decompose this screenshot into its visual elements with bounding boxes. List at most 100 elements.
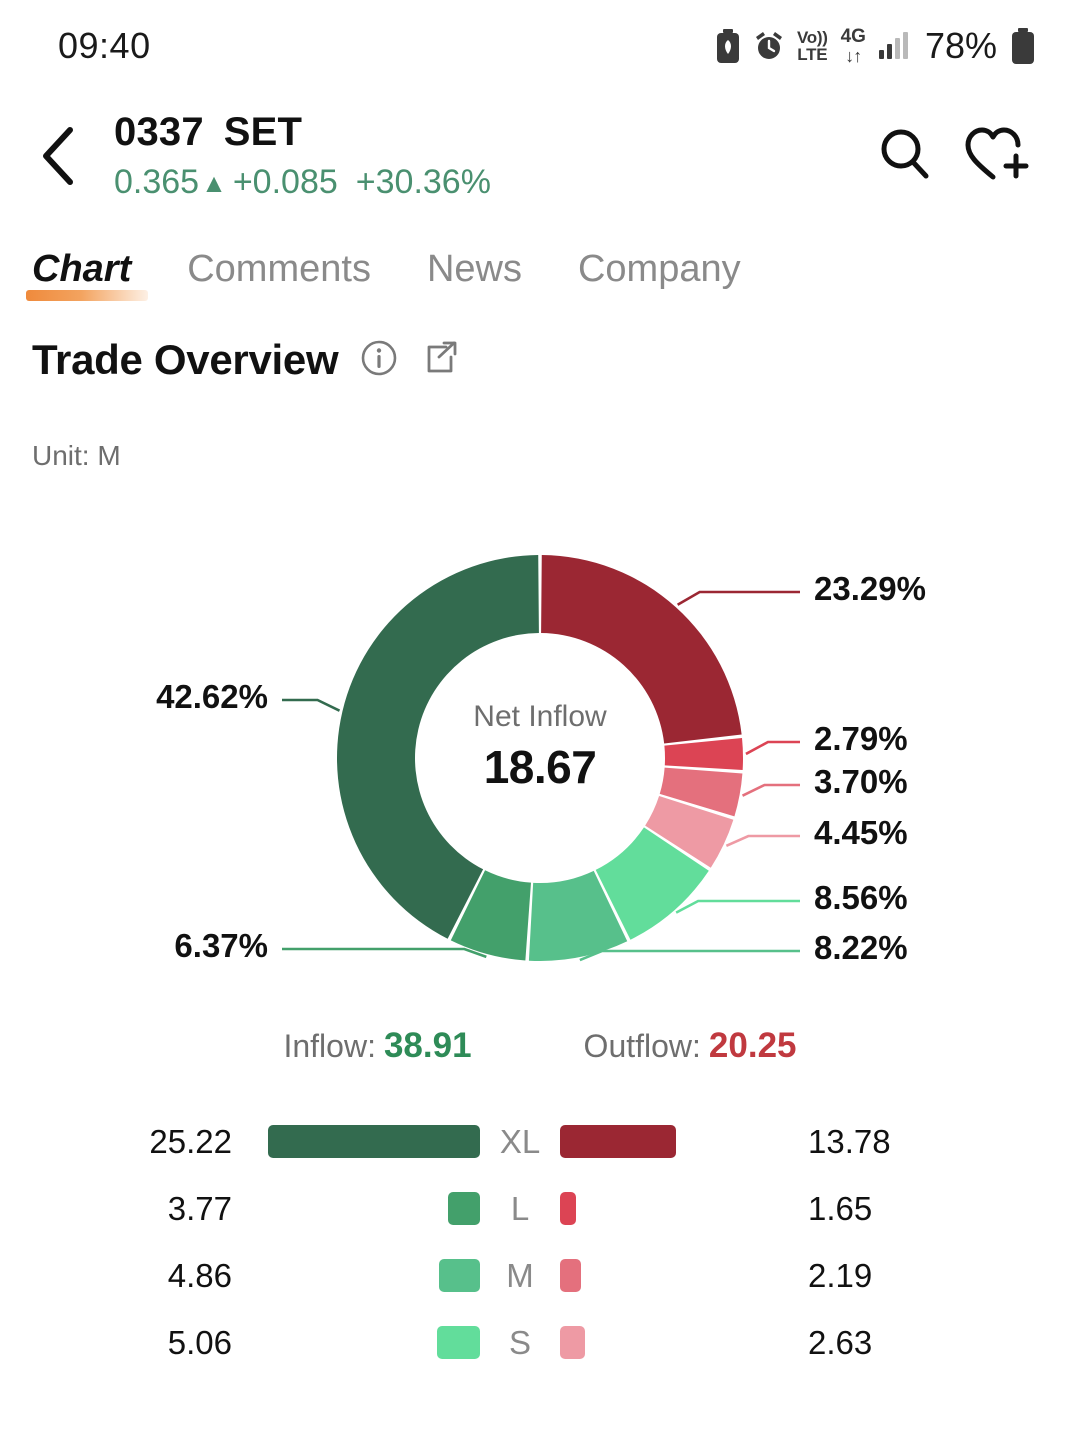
share-icon	[427, 341, 457, 372]
legend-outflow-value: 13.78	[808, 1122, 891, 1160]
legend-outflow-bar-wrap	[560, 1125, 790, 1158]
status-bar: 09:40 Vo)) LTE 4G ↓↑ 78%	[0, 0, 1080, 92]
tab-active-indicator	[26, 290, 148, 301]
legend-outflow-bar-wrap	[560, 1326, 790, 1359]
legend-category: L	[510, 1189, 530, 1227]
price-value: 0.365	[114, 163, 200, 201]
donut-slices	[336, 555, 743, 961]
price-up-arrow-icon: ▲	[201, 167, 227, 198]
unit-label: Unit: M	[32, 440, 121, 471]
legend-inflow-bar	[439, 1259, 480, 1292]
tab-chart[interactable]: Chart	[26, 248, 148, 305]
add-watchlist-button[interactable]	[964, 125, 1030, 188]
leader-line	[675, 899, 800, 914]
donut-slice[interactable]	[541, 555, 742, 744]
legend-outflow-value: 2.19	[808, 1256, 873, 1294]
donut-percent-label: 4.45%	[814, 814, 908, 851]
legend-inflow-value: 3.77	[167, 1189, 232, 1227]
legend-inflow-bar-wrap	[250, 1326, 480, 1359]
outflow-value: 20.25	[708, 1026, 797, 1065]
legend-category: M	[506, 1256, 534, 1294]
battery-icon	[1010, 28, 1036, 64]
legend-outflow-bar	[560, 1259, 581, 1292]
ticker-row: 0337 SET	[114, 110, 876, 155]
legend-inflow-bar-wrap	[250, 1192, 480, 1225]
page-title: Trade Overview	[32, 336, 339, 383]
tab-bar: Chart Comments News Company	[0, 248, 1080, 326]
info-button[interactable]	[360, 339, 398, 382]
app-header: 0337 SET 0.365 ▲ +0.085 +30.36%	[0, 96, 1080, 216]
ticker-code: 0337	[114, 110, 204, 154]
tab-chart-label: Chart	[32, 248, 132, 290]
title-block: 0337 SET 0.365 ▲ +0.085 +30.36%	[114, 110, 876, 202]
legend-inflow-value: 5.06	[167, 1323, 232, 1361]
legend-inflow-bar-wrap	[250, 1259, 480, 1292]
legend-inflow-value: 4.86	[167, 1256, 232, 1294]
donut-percent-label: 2.79%	[814, 720, 908, 757]
chevron-left-icon	[43, 127, 73, 185]
leader-line	[282, 698, 341, 712]
tab-comments[interactable]: Comments	[187, 248, 371, 305]
legend-outflow-bar	[560, 1326, 585, 1359]
legend-outflow-bar-wrap	[560, 1192, 790, 1225]
header-actions	[876, 125, 1030, 188]
donut-percent-label: 23.29%	[814, 570, 926, 607]
legend-outflow-value: 1.65	[808, 1189, 873, 1227]
battery-saver-icon	[715, 29, 741, 63]
share-button[interactable]	[420, 338, 460, 383]
tab-company-label: Company	[577, 248, 741, 290]
leader-line	[282, 947, 487, 959]
tab-company[interactable]: Company	[578, 248, 741, 305]
donut-slice[interactable]	[664, 737, 743, 770]
inflow-label: Inflow:	[283, 1028, 376, 1064]
donut-percent-label: 3.70%	[814, 763, 908, 800]
legend-inflow-bar	[437, 1326, 480, 1359]
heart-plus-icon	[965, 127, 1029, 179]
leader-line	[741, 783, 800, 797]
donut-percent-label: 8.22%	[814, 929, 908, 966]
legend-row: 4.86 M 2.19	[0, 1242, 1080, 1309]
legend-outflow-bar-wrap	[560, 1259, 790, 1292]
tab-news[interactable]: News	[427, 248, 522, 305]
legend-row: 25.22 XL 13.78	[0, 1108, 1080, 1175]
legend-outflow-bar	[560, 1192, 576, 1225]
leader-line	[676, 590, 800, 606]
status-icons: Vo)) LTE 4G ↓↑ 78%	[715, 25, 1036, 67]
tab-news-label: News	[426, 248, 522, 290]
signal-bars-icon	[878, 32, 908, 59]
legend-row: 5.06 S 2.63	[0, 1309, 1080, 1376]
outflow-label: Outflow:	[583, 1028, 701, 1064]
donut-percent-label: 6.37%	[174, 927, 268, 964]
4g-data-icon: 4G ↓↑	[840, 26, 866, 66]
legend-inflow-bar-wrap	[250, 1125, 480, 1158]
legend-inflow-value: 25.22	[149, 1122, 232, 1160]
info-circle-icon	[362, 340, 397, 375]
volte-icon: Vo)) LTE	[796, 28, 828, 64]
legend-inflow-bar	[268, 1125, 480, 1158]
legend-inflow-bar	[448, 1192, 480, 1225]
search-icon	[881, 129, 929, 178]
legend-category: XL	[499, 1122, 541, 1160]
battery-percent: 78%	[924, 25, 997, 66]
legend-category: S	[508, 1323, 531, 1361]
leader-line	[725, 834, 800, 847]
legend-outflow-bar	[560, 1125, 676, 1158]
price-change-percent: +30.36%	[355, 163, 491, 201]
ticker-market: SET	[223, 110, 303, 154]
donut-chart: Net Inflow 18.67 23.29% 2.79% 3.70% 4.45% 8.…	[0, 500, 1080, 1000]
inflow-value: 38.91	[383, 1026, 472, 1065]
price-change-absolute: +0.085	[232, 163, 338, 201]
legend-table: 25.22 XL 13.78 3.77 L 1.65 4.86 M 2.19 5.06 S 2.63	[0, 1108, 1080, 1376]
outflow-summary: Outflow: 20.25	[584, 1026, 797, 1066]
price-row: 0.365 ▲ +0.085 +30.36%	[114, 163, 876, 202]
alarm-icon	[754, 30, 784, 62]
status-time: 09:40	[58, 25, 151, 66]
leader-line	[745, 740, 800, 756]
leader-line	[579, 949, 800, 962]
search-button[interactable]	[876, 125, 934, 188]
app-screen: 09:40 Vo)) LTE 4G ↓↑ 78% 0337 SET 0.365 …	[0, 0, 1080, 1456]
back-button[interactable]	[10, 108, 106, 204]
inflow-summary: Inflow: 38.91	[283, 1026, 471, 1066]
donut-percent-label: 42.62%	[156, 678, 268, 715]
legend-outflow-value: 2.63	[808, 1323, 873, 1361]
